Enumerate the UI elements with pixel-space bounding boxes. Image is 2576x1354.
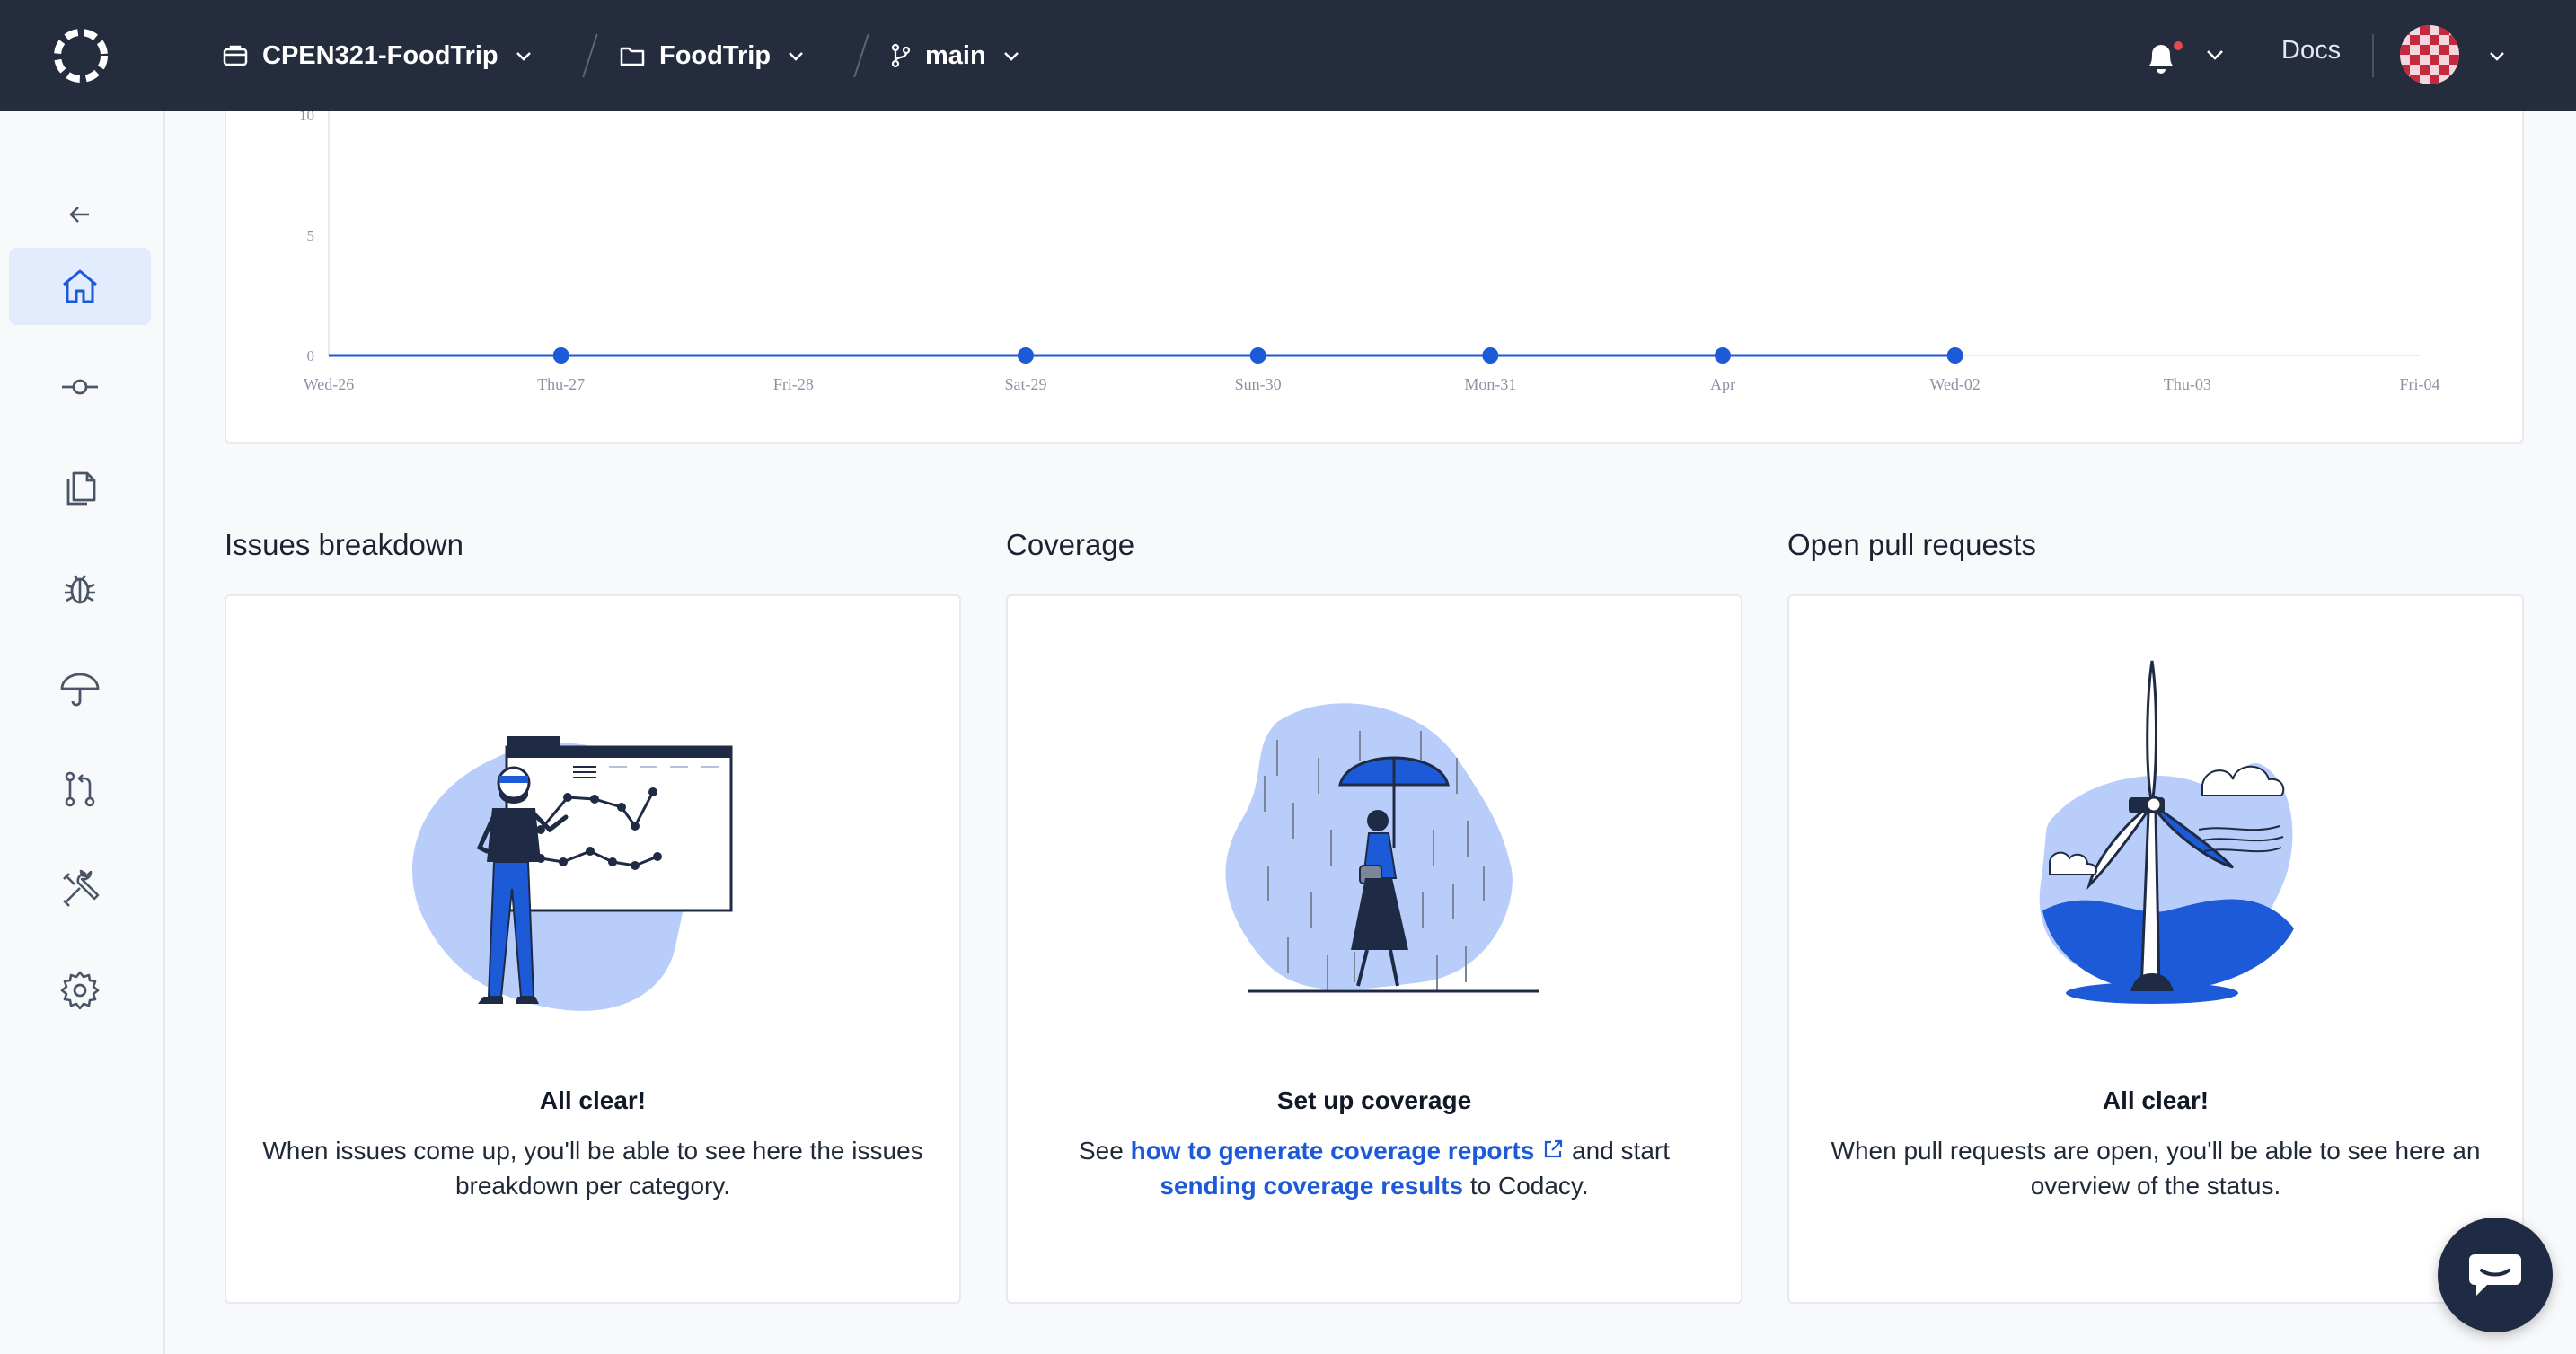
breadcrumb-separator — [582, 34, 598, 77]
x-tick-label: Fri-04 — [2400, 375, 2440, 393]
x-tick-label: Mon-31 — [1464, 375, 1516, 393]
breadcrumb-separator — [853, 34, 869, 77]
commit-icon — [62, 379, 98, 395]
rain-umbrella-illustration — [1225, 703, 1539, 993]
data-point — [1482, 347, 1499, 364]
sidebar-item-issues[interactable] — [9, 550, 151, 627]
data-point — [1715, 347, 1731, 364]
user-avatar[interactable] — [2400, 25, 2459, 84]
data-point — [552, 347, 569, 364]
files-icon — [66, 471, 96, 506]
docs-link[interactable]: Docs — [2281, 36, 2341, 66]
x-tick-label: Thu-03 — [2164, 375, 2211, 393]
y-tick-label: 5 — [307, 227, 315, 244]
coverage-text-part: to Codacy. — [1463, 1172, 1589, 1200]
org-selector[interactable]: CPEN321-FoodTrip — [223, 34, 534, 77]
open-pull-requests-title: Open pull requests — [1787, 528, 2037, 561]
presentation-illustration — [411, 736, 733, 1011]
chevron-down-icon[interactable] — [2486, 45, 2508, 66]
x-tick-label: Fri-28 — [773, 375, 814, 393]
notification-dot — [2172, 40, 2184, 52]
y-tick-label: 0 — [307, 347, 315, 365]
home-icon — [63, 269, 97, 303]
issues-breakdown-card: All clear! When issues come up, you'll b… — [225, 594, 961, 1304]
sidebar-item-back[interactable] — [9, 176, 151, 253]
sidebar-item-files[interactable] — [9, 449, 151, 526]
pulls-empty-text: When pull requests are open, you'll be a… — [1831, 1137, 2481, 1200]
x-tick-label: Sun-30 — [1235, 375, 1282, 393]
tools-icon — [63, 869, 100, 907]
chevron-down-icon — [1003, 52, 1019, 61]
gear-icon — [60, 971, 100, 1010]
repo-name: FoodTrip — [659, 40, 772, 70]
x-tick-label: Sat-29 — [1005, 375, 1047, 393]
umbrella-icon — [60, 673, 100, 707]
x-tick-label: Wed-26 — [304, 375, 355, 393]
data-point — [1018, 347, 1034, 364]
x-tick-label: Apr — [1710, 375, 1735, 393]
sidebar-item-pull-requests[interactable] — [9, 751, 151, 828]
issues-all-clear-heading: All clear! — [539, 1086, 647, 1114]
data-point — [1946, 347, 1963, 364]
codacy-logo-icon[interactable] — [49, 23, 113, 88]
y-tick-label: 10 — [299, 111, 314, 124]
repo-selector[interactable]: FoodTrip — [620, 34, 807, 77]
chevron-down-icon — [789, 52, 803, 61]
coverage-empty-text: See how to generate coverage reports and… — [1044, 1133, 1705, 1203]
notifications-bell-icon[interactable] — [2145, 36, 2235, 75]
organization-icon — [223, 45, 248, 66]
top-bar: CPEN321-FoodTrip FoodTrip main Docs — [0, 0, 2576, 111]
branch-icon — [891, 43, 911, 68]
sidebar — [0, 111, 165, 1354]
issues-over-time-chart: 10 5 0 Wed-26 Thu-27 Fri-28 Sat-29 Sun-30 Mon-31… — [225, 111, 2524, 444]
pulls-all-clear-heading: All clear! — [2102, 1086, 2210, 1114]
divider — [2372, 34, 2374, 77]
open-pull-requests-card: All clear! When pull requests are open, … — [1787, 594, 2524, 1304]
x-tick-label: Thu-27 — [537, 375, 585, 393]
line-chart: 10 5 0 Wed-26 Thu-27 Fri-28 Sat-29 Sun-30 Mon-31… — [299, 111, 2440, 393]
wind-turbine-illustration — [2039, 660, 2294, 1004]
org-name: CPEN321-FoodTrip — [262, 40, 498, 70]
sidebar-item-commits[interactable] — [9, 348, 151, 426]
setup-coverage-heading: Set up coverage — [1276, 1086, 1472, 1114]
folder-icon — [620, 47, 645, 66]
coverage-reports-link[interactable]: how to generate coverage reports — [1131, 1137, 1535, 1165]
sidebar-item-tools[interactable] — [9, 851, 151, 928]
sidebar-item-home[interactable] — [9, 248, 151, 325]
chevron-down-icon — [516, 52, 531, 61]
sending-coverage-results-link[interactable]: sending coverage results — [1160, 1172, 1463, 1200]
sidebar-item-settings[interactable] — [9, 952, 151, 1029]
arrow-left-icon — [69, 207, 89, 223]
issues-empty-text: When issues come up, you'll be able to s… — [262, 1137, 923, 1200]
issues-breakdown-title: Issues breakdown — [225, 528, 463, 561]
data-point — [1249, 347, 1266, 364]
external-link-icon[interactable] — [1541, 1138, 1565, 1161]
pull-request-icon — [65, 771, 95, 807]
coverage-text-part: See — [1078, 1137, 1131, 1165]
bug-icon — [65, 575, 95, 604]
chat-support-button[interactable] — [2438, 1218, 2553, 1332]
branch-name: main — [925, 40, 986, 70]
coverage-title: Coverage — [1006, 528, 1135, 561]
coverage-card: Set up coverage See how to generate cove… — [1006, 594, 1742, 1304]
coverage-text-part: and start — [1565, 1137, 1671, 1165]
x-tick-label: Wed-02 — [1929, 375, 1981, 393]
sidebar-item-coverage[interactable] — [9, 650, 151, 727]
chat-icon — [2469, 1254, 2521, 1296]
branch-selector[interactable]: main — [891, 34, 1022, 77]
